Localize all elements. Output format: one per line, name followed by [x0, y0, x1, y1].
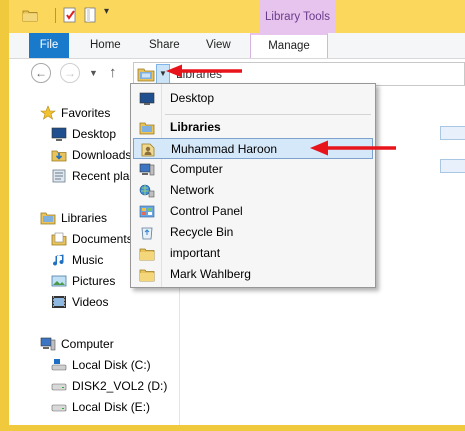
contextual-tab-group: Library Tools: [259, 0, 336, 33]
drive-icon: [51, 383, 67, 391]
recycle-bin-icon: [141, 227, 153, 240]
nav-item-label: Downloads: [72, 148, 132, 162]
tab-file[interactable]: File: [29, 33, 69, 58]
menu-item-computer[interactable]: Computer: [133, 159, 373, 180]
up-arrow-icon[interactable]: ↑: [109, 64, 117, 81]
star-icon: [40, 105, 56, 120]
pictures-icon: [51, 275, 67, 287]
nav-item-label: Desktop: [72, 127, 117, 141]
nav-item-label: DISK2_VOL2 (D:): [72, 379, 168, 393]
menu-separator: [165, 114, 371, 115]
tab-share[interactable]: Share: [149, 33, 180, 58]
nav-computer-label: Computer: [61, 337, 114, 351]
nav-libraries-label: Libraries: [61, 211, 108, 225]
documents-icon: [51, 232, 67, 246]
qat-customize-chevron-icon[interactable]: ▾: [104, 6, 109, 17]
network-icon: [139, 184, 155, 198]
folder-icon: [139, 269, 155, 282]
system-drive-icon: [51, 359, 67, 371]
new-folder-icon[interactable]: [83, 7, 99, 23]
desktop-icon: [51, 127, 67, 141]
desktop-icon: [139, 92, 155, 105]
library-tile[interactable]: [440, 126, 465, 140]
annotation-arrow-icon: [310, 140, 396, 156]
qat-separator: [55, 8, 56, 23]
videos-icon: [52, 296, 66, 308]
properties-icon[interactable]: [62, 7, 78, 23]
forward-button[interactable]: →: [60, 63, 80, 83]
menu-item-label: Network: [170, 183, 215, 197]
libraries-icon: [139, 122, 155, 135]
tab-view[interactable]: View: [206, 33, 231, 58]
menu-item-label: important: [170, 246, 221, 260]
computer-icon: [139, 163, 155, 176]
forward-arrow-icon: →: [64, 66, 76, 80]
menu-item-label: Computer: [170, 162, 223, 176]
nav-item-label: Recent plac: [72, 169, 136, 183]
menu-item-important[interactable]: important: [133, 243, 373, 264]
libraries-icon: [40, 212, 56, 225]
nav-favorites-label: Favorites: [61, 106, 111, 120]
libraries-icon: [137, 68, 155, 82]
menu-item-label: Recycle Bin: [170, 225, 234, 239]
music-icon: [53, 254, 64, 266]
explorer-window: ▾ Library Tools File Home Share View Man…: [0, 0, 465, 431]
menu-item-label: Desktop: [170, 91, 215, 105]
menu-item-control-panel[interactable]: Control Panel: [133, 201, 373, 222]
computer-icon: [40, 337, 56, 351]
user-folder-icon: [141, 143, 155, 157]
library-tile[interactable]: [440, 159, 465, 173]
menu-item-mark-wahlberg[interactable]: Mark Wahlberg: [133, 264, 373, 285]
ribbon-tabs: File Home Share View Manage: [9, 33, 465, 59]
back-button[interactable]: ←: [31, 63, 51, 83]
annotation-arrow-icon: [166, 64, 242, 78]
menu-item-label: Control Panel: [170, 204, 243, 218]
menu-item-label: Muhammad Haroon: [171, 142, 278, 156]
title-bar: ▾ Library Tools: [9, 0, 465, 33]
back-arrow-icon: ←: [35, 66, 47, 80]
menu-item-label: Mark Wahlberg: [170, 267, 251, 281]
nav-item-label: Local Disk (E:): [72, 400, 151, 414]
nav-item-label: Documents: [72, 232, 133, 246]
nav-item-label: Music: [72, 253, 104, 267]
control-panel-icon: [139, 205, 155, 218]
menu-item-desktop[interactable]: Desktop: [133, 88, 373, 109]
folder-icon[interactable]: [22, 7, 38, 23]
menu-item-label: Libraries: [170, 120, 221, 134]
nav-item-label: Local Disk (C:): [72, 358, 151, 372]
folder-icon: [139, 248, 155, 261]
menu-item-recycle-bin[interactable]: Recycle Bin: [133, 222, 373, 243]
menu-item-network[interactable]: Network: [133, 180, 373, 201]
tab-home[interactable]: Home: [90, 33, 121, 58]
recent-locations-chevron-icon[interactable]: ▼: [89, 68, 98, 78]
nav-item-label: Videos: [72, 295, 109, 309]
window-bottom-edge: [0, 425, 465, 431]
downloads-icon: [51, 150, 67, 162]
address-root-dropdown-menu: Desktop Libraries Muhammad Haroon Comput…: [130, 83, 376, 288]
drive-icon: [51, 404, 67, 412]
recent-places-icon: [52, 169, 66, 183]
nav-item-label: Pictures: [72, 274, 116, 288]
window-left-edge: [0, 0, 9, 431]
tab-manage[interactable]: Manage: [250, 33, 328, 58]
menu-item-libraries[interactable]: Libraries: [133, 117, 373, 138]
